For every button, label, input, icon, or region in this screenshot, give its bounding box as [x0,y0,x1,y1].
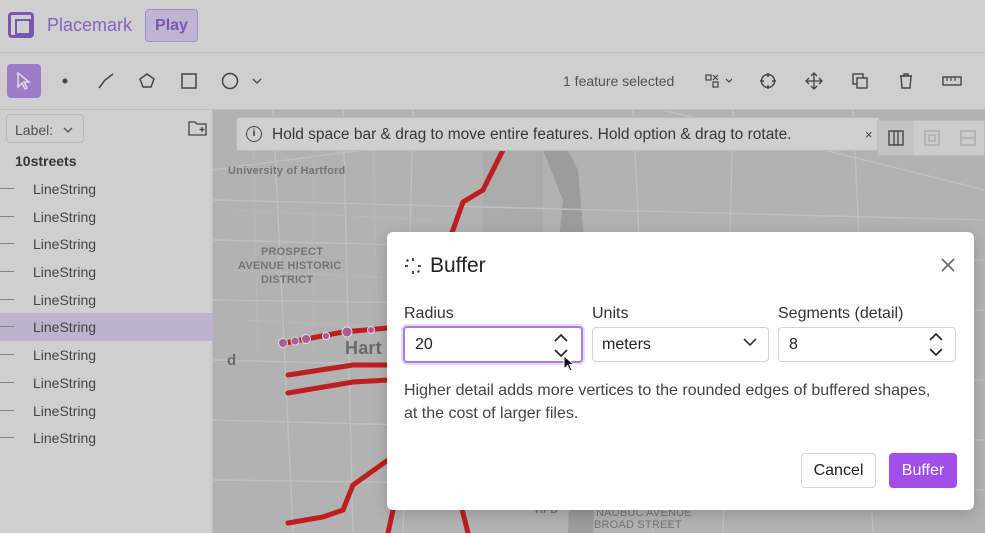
buffer-dialog: Buffer Radius Units Segments (detail) me… [387,232,974,510]
chevron-up-icon [554,333,568,342]
units-select[interactable]: meters [592,327,769,362]
segments-input[interactable] [789,336,909,354]
segments-field[interactable] [778,327,956,362]
cancel-button[interactable]: Cancel [801,453,876,488]
segments-label: Segments (detail) [778,305,904,322]
mouse-cursor-icon [563,355,575,372]
dialog-title: Buffer [430,254,486,277]
units-label: Units [592,305,629,322]
buffer-submit-button[interactable]: Buffer [889,453,957,488]
chevron-down-icon [929,347,943,356]
radius-field[interactable] [403,326,583,363]
chevron-down-icon [743,338,757,347]
radius-input[interactable] [415,336,535,354]
segments-increment-button[interactable] [925,328,947,344]
radius-increment-button[interactable] [550,329,572,345]
close-icon[interactable] [939,256,957,274]
help-text: Higher detail adds more vertices to the … [404,382,931,422]
units-value: meters [602,336,651,353]
segments-decrement-button[interactable] [925,344,947,360]
chevron-up-icon [929,332,943,341]
buffer-icon [405,258,421,274]
radius-label: Radius [404,305,454,322]
